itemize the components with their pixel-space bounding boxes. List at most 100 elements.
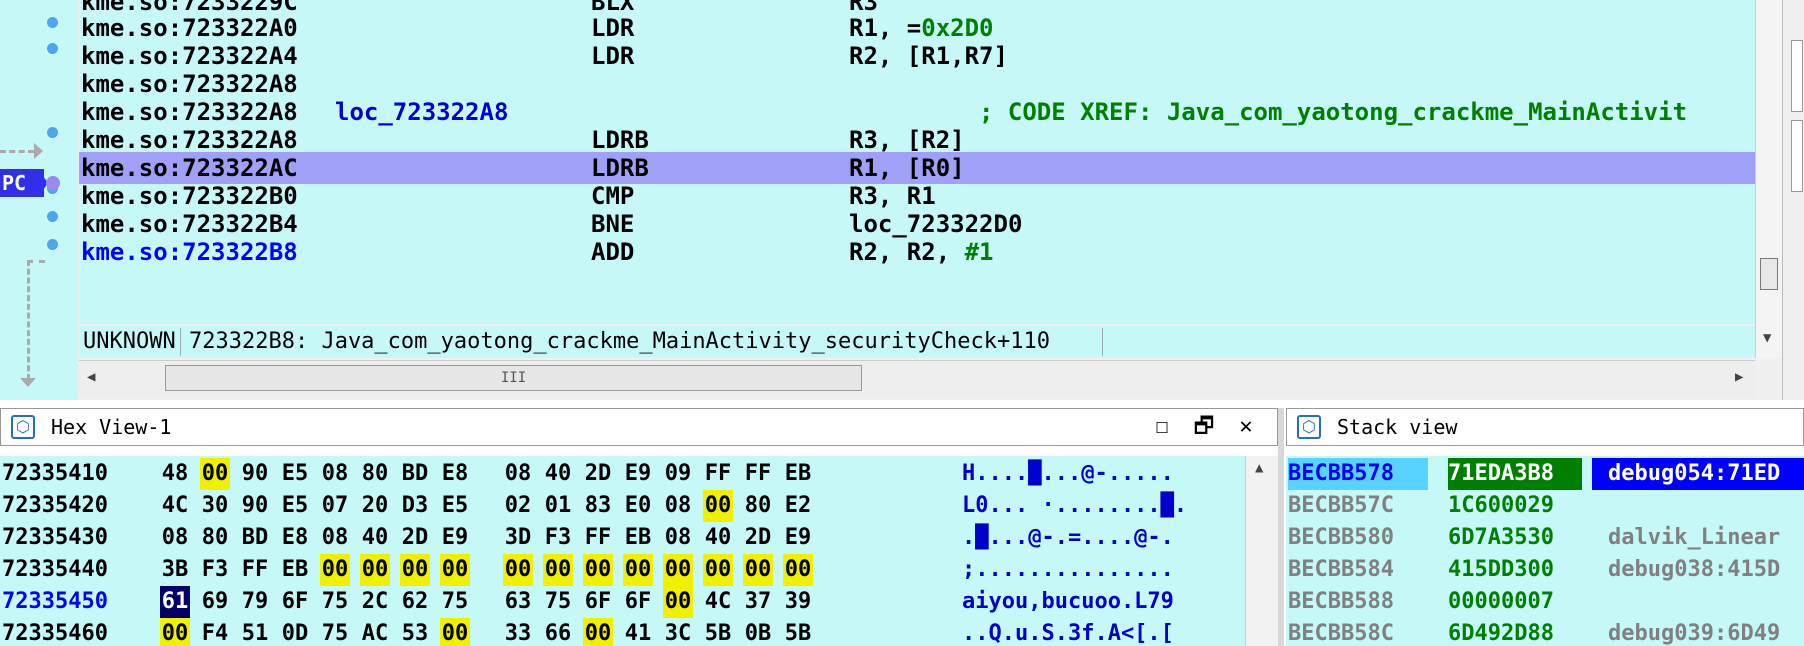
- scroll-left-arrow[interactable]: ◀: [87, 369, 95, 385]
- hex-ascii[interactable]: L0... ·........█.: [962, 490, 1187, 522]
- hex-byte[interactable]: 33: [503, 618, 533, 646]
- panel-scroll-thumb[interactable]: [1791, 40, 1803, 112]
- stack-comment[interactable]: debug054:71ED: [1592, 458, 1804, 490]
- hex-byte[interactable]: 08: [663, 522, 693, 554]
- hex-ascii[interactable]: .█...@-.=....@-.: [962, 522, 1174, 554]
- hex-byte[interactable]: E2: [783, 490, 813, 522]
- stack-view-titlebar[interactable]: ⬡ Stack view: [1286, 408, 1804, 446]
- hex-byte[interactable]: 00: [623, 554, 653, 586]
- stack-value[interactable]: 71EDA3B8: [1448, 458, 1582, 490]
- hex-byte[interactable]: 4C: [703, 586, 733, 618]
- hex-byte[interactable]: 6F: [583, 586, 613, 618]
- hex-byte[interactable]: 3C: [663, 618, 693, 646]
- stack-value[interactable]: 00000007: [1448, 586, 1554, 618]
- stack-row[interactable]: BECBB58C 6D492D88 debug039:6D49: [1286, 618, 1804, 646]
- hex-vertical-scrollbar[interactable]: ▲: [1245, 456, 1278, 646]
- hex-byte[interactable]: 63: [503, 586, 533, 618]
- scroll-up-arrow[interactable]: ▲: [1255, 460, 1263, 476]
- stack-row[interactable]: BECBB578 71EDA3B8 debug054:71ED: [1286, 458, 1804, 490]
- hex-byte[interactable]: 08: [503, 458, 533, 490]
- hex-row[interactable]: 72335440 3B F3 FF EB 00 00 00 00 00 00 00 00 00 00 00 00…: [0, 554, 1260, 586]
- breakpoint-dot[interactable]: [47, 127, 58, 138]
- maximize-button[interactable]: ☐: [1145, 409, 1179, 445]
- hex-byte[interactable]: 08: [320, 522, 350, 554]
- hex-byte[interactable]: 48: [160, 458, 190, 490]
- scroll-down-arrow[interactable]: ▼: [1763, 330, 1771, 346]
- hex-byte[interactable]: 08: [663, 490, 693, 522]
- hex-byte[interactable]: 00: [160, 618, 190, 646]
- hex-byte[interactable]: 39: [783, 586, 813, 618]
- hex-byte[interactable]: 2C: [360, 586, 390, 618]
- panel-scroll-thumb[interactable]: [1791, 120, 1803, 192]
- hex-byte[interactable]: 41: [623, 618, 653, 646]
- hex-byte[interactable]: 00: [663, 586, 693, 618]
- hex-byte[interactable]: FF: [703, 458, 733, 490]
- hex-byte[interactable]: 00: [440, 554, 470, 586]
- hex-byte[interactable]: 62: [400, 586, 430, 618]
- hex-byte[interactable]: 00: [583, 554, 613, 586]
- hex-byte[interactable]: 00: [583, 618, 613, 646]
- hex-byte[interactable]: 75: [320, 586, 350, 618]
- hex-byte[interactable]: 07: [320, 490, 350, 522]
- vertical-scrollbar[interactable]: ▼: [1755, 0, 1782, 358]
- stack-comment[interactable]: dalvik_Linear: [1608, 522, 1780, 554]
- stack-view[interactable]: BECBB578 71EDA3B8 debug054:71ED BECBB57C 1C6…: [1286, 456, 1804, 646]
- hex-byte[interactable]: FF: [240, 554, 270, 586]
- hex-byte[interactable]: 53: [400, 618, 430, 646]
- hex-byte[interactable]: FF: [583, 522, 613, 554]
- scroll-thumb[interactable]: III: [165, 365, 862, 391]
- disassembly-listing[interactable]: kme.so:7233229C BLX R3 kme.so:723322A0 L…: [79, 0, 1755, 324]
- hex-byte[interactable]: 40: [543, 458, 573, 490]
- hex-byte[interactable]: 90: [240, 458, 270, 490]
- close-button[interactable]: ✕: [1229, 409, 1263, 445]
- hex-byte[interactable]: 3D: [503, 522, 533, 554]
- stack-row[interactable]: BECBB588 00000007: [1286, 586, 1804, 618]
- stack-comment[interactable]: debug039:6D49: [1608, 618, 1780, 646]
- hex-byte[interactable]: AC: [360, 618, 390, 646]
- hex-byte[interactable]: F3: [200, 554, 230, 586]
- hex-byte[interactable]: 2D: [400, 522, 430, 554]
- hex-byte[interactable]: 75: [320, 618, 350, 646]
- hex-ascii[interactable]: ;...............: [962, 554, 1174, 586]
- hex-byte[interactable]: 00: [743, 554, 773, 586]
- hex-byte[interactable]: 0D: [280, 618, 310, 646]
- hex-byte[interactable]: 20: [360, 490, 390, 522]
- hex-byte[interactable]: 75: [440, 586, 470, 618]
- hex-row[interactable]: 72335410 48 00 90 E5 08 80 BD E8 08 40 2D E9 09 FF FF EB…: [0, 458, 1260, 490]
- stack-row[interactable]: BECBB584 415DD300 debug038:415D: [1286, 554, 1804, 586]
- stack-value[interactable]: 6D7A3530: [1448, 522, 1554, 554]
- hex-byte[interactable]: 69: [200, 586, 230, 618]
- code-line[interactable]: kme.so:723322B8 ADD R2, R2, #1: [79, 236, 1755, 268]
- stack-value[interactable]: 415DD300: [1448, 554, 1554, 586]
- hex-byte[interactable]: F4: [200, 618, 230, 646]
- hex-byte[interactable]: 08: [320, 458, 350, 490]
- hex-byte[interactable]: 30: [200, 490, 230, 522]
- stack-comment[interactable]: debug038:415D: [1608, 554, 1780, 586]
- hex-ascii[interactable]: ..Q.u.S.3f.A<[.[: [962, 618, 1174, 646]
- stack-value[interactable]: 1C600029: [1448, 490, 1554, 522]
- hex-byte[interactable]: 2D: [583, 458, 613, 490]
- hex-byte[interactable]: 6F: [623, 586, 653, 618]
- hex-byte[interactable]: E9: [440, 522, 470, 554]
- hex-byte[interactable]: 00: [400, 554, 430, 586]
- hex-byte[interactable]: 00: [783, 554, 813, 586]
- hex-byte[interactable]: 51: [240, 618, 270, 646]
- hex-byte[interactable]: E0: [623, 490, 653, 522]
- stack-row[interactable]: BECBB57C 1C600029: [1286, 490, 1804, 522]
- hex-byte[interactable]: E5: [280, 490, 310, 522]
- hex-byte[interactable]: 00: [703, 554, 733, 586]
- hex-row[interactable]: 72335430 08 80 BD E8 08 40 2D E9 3D F3 FF EB 08 40 2D E9…: [0, 522, 1260, 554]
- hex-byte[interactable]: 02: [503, 490, 533, 522]
- hex-byte[interactable]: 09: [663, 458, 693, 490]
- breakpoint-dot[interactable]: [47, 17, 58, 28]
- breakpoint-dot[interactable]: [47, 43, 58, 54]
- hex-byte[interactable]: F3: [543, 522, 573, 554]
- hex-byte[interactable]: 66: [543, 618, 573, 646]
- breakpoint-dot[interactable]: [47, 211, 58, 222]
- hex-byte[interactable]: 6F: [280, 586, 310, 618]
- hex-byte[interactable]: E9: [783, 522, 813, 554]
- hex-ascii[interactable]: aiyou,bucuoo.L79: [962, 586, 1174, 618]
- hex-byte[interactable]: 80: [743, 490, 773, 522]
- hex-byte[interactable]: FF: [743, 458, 773, 490]
- hex-byte[interactable]: BD: [400, 458, 430, 490]
